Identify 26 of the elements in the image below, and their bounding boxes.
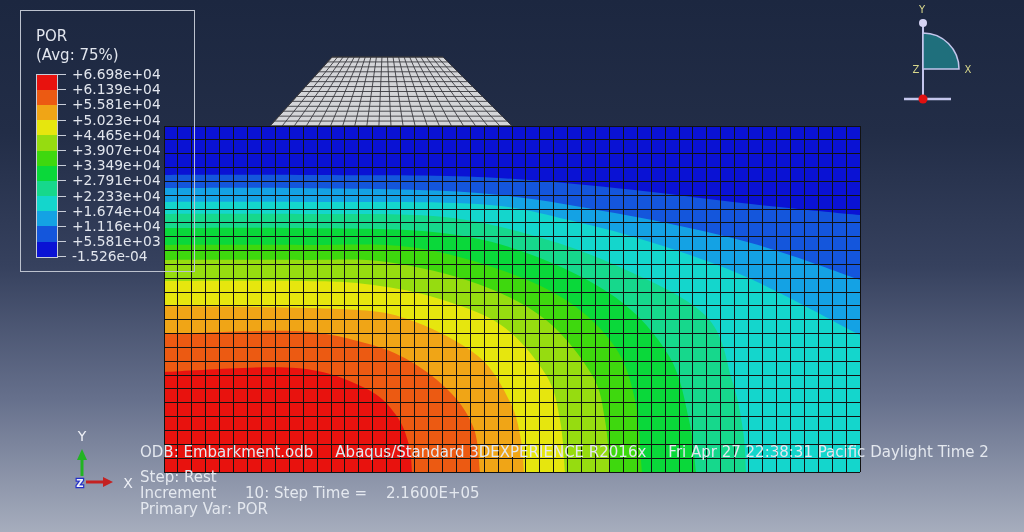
legend-title: POR [36,27,68,46]
step-text: Step: Rest [140,469,217,485]
increment-text: Increment 10: Step Time = 2.1600E+05 [140,485,480,501]
legend-value: +4.465e+04 [72,127,161,143]
legend-value: +2.233e+04 [72,188,161,204]
y-axis-arrow [77,449,87,476]
z-axis-label: Z [76,478,84,489]
axis-label: Y [918,4,926,15]
legend-value: +2.791e+04 [72,173,161,189]
legend-value: -1.526e-04 [72,249,148,265]
legend-value: +3.907e+04 [72,142,161,159]
primary-variable-text: Primary Var: POR [140,501,269,517]
legend-subtitle: (Avg: 75%) [36,46,119,65]
legend-value: +6.698e+04 [72,67,161,83]
axis-label: Z [912,64,920,75]
legend-value: +1.674e+04 [72,203,161,219]
legend-value: +5.581e+03 [72,234,161,250]
axis-label: X [123,475,133,491]
legend-value: +3.349e+04 [72,158,161,174]
legend-value: +5.023e+04 [72,112,161,128]
axis-label: Y [77,428,87,444]
legend-value: +6.139e+04 [72,82,161,98]
axis-label: X [964,64,972,75]
legend-value: +1.116e+04 [72,218,161,235]
x-axis-arrow [86,477,113,487]
legend-value: +5.581e+04 [72,97,161,113]
